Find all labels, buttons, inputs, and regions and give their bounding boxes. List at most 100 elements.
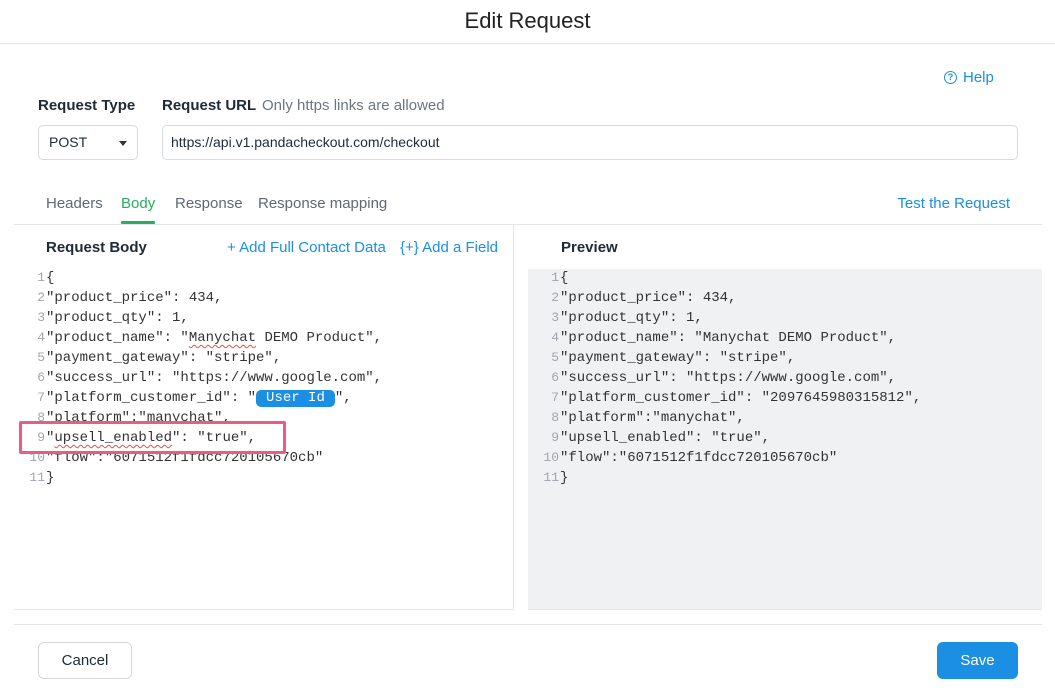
code-text: "platform":"manychat", (560, 410, 745, 426)
code-token: ", (334, 390, 352, 406)
code-text: "flow":"6071512f1fdcc720105670cb" (560, 450, 838, 466)
line-number: 4 (551, 330, 559, 345)
code-text: } (46, 468, 54, 488)
preview-code-line: 10 "flow":"6071512f1fdcc720105670cb" (534, 448, 1034, 468)
preview-code-line: 7 "platform_customer_id": "20976459803158… (534, 388, 1034, 408)
highlight-annotation (19, 421, 286, 454)
help-link[interactable]: ? Help (944, 69, 994, 86)
add-field-button[interactable]: {+} Add a Field (400, 239, 498, 256)
line-number: 5 (551, 350, 559, 365)
code-token: "product_name": " (46, 330, 189, 346)
add-full-contact-data-button[interactable]: + Add Full Contact Data (227, 239, 386, 256)
active-tab-indicator (121, 221, 155, 224)
footer-divider (14, 624, 1042, 625)
code-text: "platform_customer_id": "209764598031581… (560, 390, 922, 406)
cancel-button[interactable]: Cancel (38, 642, 132, 679)
code-token: DEMO Product", (256, 330, 383, 346)
code-text: "platform_customer_id": " User Id ", (46, 388, 352, 408)
line-number: 6 (37, 370, 45, 385)
tab-body[interactable]: Body (121, 195, 155, 212)
code-text: { (560, 270, 569, 286)
request-url-label: Request URL (162, 97, 257, 114)
request-url-input[interactable]: https://api.v1.pandacheckout.com/checkou… (162, 125, 1018, 160)
preview-code: 1{2 "product_price": 434, 3 "product_qty": … (534, 268, 1034, 488)
code-text: "success_url": "https://www.google.com", (46, 368, 382, 388)
code-text: "product_price": 434, (46, 288, 222, 308)
preview-code-line: 2 "product_price": 434, (534, 288, 1034, 308)
preview-code-line: 3 "product_qty": 1, (534, 308, 1034, 328)
line-number: 3 (37, 310, 45, 325)
preview-header: Preview (528, 225, 1042, 269)
code-token: "success_url": "https://www.google.com", (46, 370, 383, 386)
request-body-title: Request Body (46, 239, 147, 256)
code-text: "payment_gateway": "stripe", (46, 348, 281, 368)
line-number: 7 (551, 390, 559, 405)
question-circle-icon: ? (944, 71, 957, 84)
code-text: "product_name": "Manychat DEMO Product", (560, 330, 897, 346)
body-code-line: 5 "payment_gateway": "stripe", (20, 348, 510, 368)
body-code-line: 7 "platform_customer_id": " User Id ", (20, 388, 510, 408)
body-code-line: 6 "success_url": "https://www.google.com"… (20, 368, 510, 388)
request-url-hint: Only https links are allowed (262, 97, 445, 114)
request-type-label: Request Type (38, 97, 136, 114)
line-number: 1 (37, 270, 45, 285)
code-token: "product_price": 434, (46, 290, 223, 306)
preview-code-line: 4 "product_name": "Manychat DEMO Product"… (534, 328, 1034, 348)
body-code-line: 4 "product_name": "Manychat DEMO Product"… (20, 328, 510, 348)
request-body-editor[interactable]: 1{2 "product_price": 434, 3 "product_qty": … (20, 268, 510, 488)
code-text: "product_price": 434, (560, 290, 737, 306)
code-text: "product_qty": 1, (560, 310, 703, 326)
code-text: "product_qty": 1, (46, 308, 189, 328)
line-number: 10 (543, 450, 559, 465)
preview-code-line: 8 "platform":"manychat", (534, 408, 1034, 428)
tab-headers[interactable]: Headers (46, 195, 103, 212)
request-body-panel: Request Body + Add Full Contact Data {+}… (14, 225, 514, 610)
line-number: 1 (551, 270, 559, 285)
line-number: 2 (551, 290, 559, 305)
test-request-link[interactable]: Test the Request (897, 195, 1010, 212)
help-label: Help (963, 69, 994, 86)
line-number: 9 (551, 430, 559, 445)
request-type-value: POST (49, 134, 88, 150)
code-token: "payment_gateway": "stripe", (46, 350, 282, 366)
code-token: { (46, 270, 55, 286)
chevron-down-icon (119, 141, 127, 146)
line-number: 11 (29, 470, 45, 485)
body-code-line: 11} (20, 468, 510, 488)
tab-bar: Headers Body Response Response mapping T… (14, 186, 1042, 225)
preview-code-line: 5 "payment_gateway": "stripe", (534, 348, 1034, 368)
request-type-select[interactable]: POST (38, 125, 138, 160)
line-number: 8 (551, 410, 559, 425)
line-number: 2 (37, 290, 45, 305)
user-id-variable-pill[interactable]: User Id (256, 390, 335, 407)
preview-panel: Preview 1{2 "product_price": 434, 3 "produc… (528, 225, 1042, 610)
preview-code-line: 11} (534, 468, 1034, 488)
body-code-line: 2 "product_price": 434, (20, 288, 510, 308)
preview-title: Preview (561, 239, 618, 256)
line-number: 5 (37, 350, 45, 365)
code-text: "payment_gateway": "stripe", (560, 350, 796, 366)
line-number: 4 (37, 330, 45, 345)
line-number: 6 (551, 370, 559, 385)
preview-code-line: 6 "success_url": "https://www.google.com"… (534, 368, 1034, 388)
line-number: 11 (543, 470, 559, 485)
preview-code-line: 1{ (534, 268, 1034, 288)
spellcheck-word: Manychat (188, 330, 257, 346)
preview-code-line: 9 "upsell_enabled": "true", (534, 428, 1034, 448)
code-token: "product_qty": 1, (46, 310, 189, 326)
save-button[interactable]: Save (937, 642, 1018, 679)
dialog-title: Edit Request (0, 0, 1055, 44)
body-code-line: 1{ (20, 268, 510, 288)
body-code-line: 3 "product_qty": 1, (20, 308, 510, 328)
line-number: 3 (551, 310, 559, 325)
code-text: "upsell_enabled": "true", (560, 430, 771, 446)
code-text: "product_name": "Manychat DEMO Product", (46, 328, 382, 348)
code-text: { (46, 268, 54, 288)
code-token: "platform_customer_id": " (46, 390, 257, 406)
tab-response[interactable]: Response (175, 195, 243, 212)
code-text: "success_url": "https://www.google.com", (560, 370, 897, 386)
code-token: } (46, 470, 55, 486)
tab-response-mapping[interactable]: Response mapping (258, 195, 387, 212)
line-number: 7 (37, 390, 45, 405)
code-text: } (560, 470, 569, 486)
